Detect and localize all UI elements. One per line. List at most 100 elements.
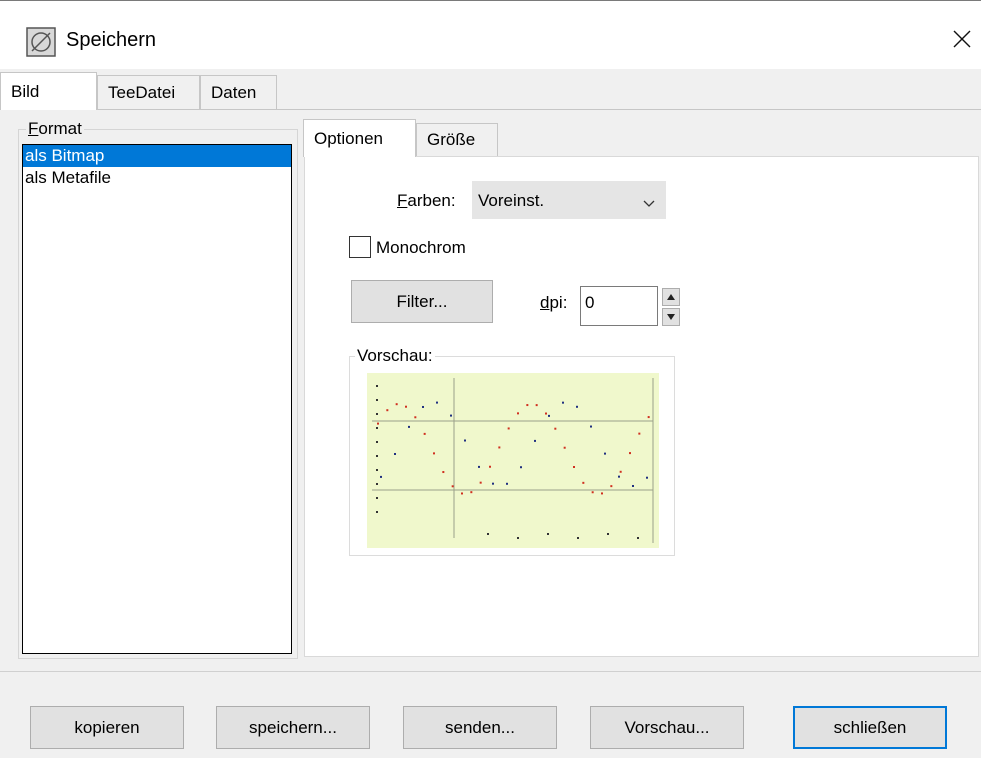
- preview-dot: [470, 491, 473, 494]
- tab-label: Größe: [427, 130, 476, 149]
- preview-dot: [487, 533, 489, 535]
- preview-dot: [442, 471, 445, 474]
- dialog-title: Speichern: [66, 29, 157, 51]
- colors-label: Farben:: [397, 191, 456, 210]
- preview-dot: [376, 469, 378, 471]
- preview-dot: [526, 404, 529, 407]
- preview-dot: [414, 416, 417, 419]
- tab-label: Optionen: [314, 128, 383, 148]
- chevron-down-icon: [642, 193, 656, 213]
- save-dialog: Speichern Bild TeeDatei Daten Format als…: [0, 0, 981, 758]
- save-button[interactable]: speichern...: [216, 706, 370, 749]
- preview-dot: [534, 439, 536, 442]
- tab-teedatei[interactable]: TeeDatei: [97, 75, 200, 109]
- title-bar: Speichern: [0, 1, 981, 69]
- close-button[interactable]: [944, 21, 980, 57]
- tab-groesse[interactable]: Größe: [416, 123, 498, 156]
- footer-divider: [0, 671, 981, 672]
- preview-chart-image: [372, 378, 654, 543]
- tab-optionen[interactable]: Optionen: [303, 119, 416, 157]
- preview-dot: [433, 452, 435, 455]
- preview-dot: [436, 401, 438, 404]
- preview-dot: [507, 427, 510, 430]
- preview-dot: [619, 470, 622, 473]
- preview-dot: [535, 404, 538, 407]
- preview-dot: [638, 432, 641, 435]
- preview-dot: [554, 427, 557, 430]
- preview-dot: [506, 482, 508, 485]
- preview-dot: [548, 414, 550, 417]
- tab-label: Daten: [211, 82, 257, 102]
- preview-dot: [386, 409, 389, 412]
- colors-dropdown[interactable]: Voreinst.: [472, 181, 666, 219]
- preview-button[interactable]: Vorschau...: [590, 706, 744, 749]
- preview-dot: [582, 481, 585, 484]
- preview-dot: [492, 482, 494, 485]
- preview-dot: [376, 427, 378, 429]
- preview-dot: [479, 481, 482, 484]
- preview-dot: [637, 537, 639, 539]
- preview-dot: [376, 385, 378, 387]
- preview-dot: [405, 405, 407, 408]
- filter-button[interactable]: Filter...: [351, 280, 493, 323]
- preview-dot: [376, 511, 378, 513]
- preview-dot: [498, 446, 501, 449]
- preview-dot: [590, 425, 592, 428]
- close-dialog-button[interactable]: schließen: [793, 706, 947, 749]
- preview-dot: [591, 491, 594, 494]
- preview-dot: [618, 475, 620, 478]
- spin-down-button[interactable]: [662, 308, 680, 326]
- preview-dot: [576, 405, 578, 408]
- preview-dot: [376, 483, 378, 485]
- tab-label: Bild: [11, 81, 40, 101]
- preview-dot: [451, 485, 454, 488]
- list-item-bitmap[interactable]: als Bitmap: [23, 145, 291, 167]
- preview-dot: [376, 455, 378, 457]
- arrow-down-icon: [667, 314, 675, 320]
- preview-dot: [547, 533, 549, 535]
- teechart-app-icon: [26, 27, 56, 57]
- preview-dot: [607, 533, 609, 535]
- copy-button[interactable]: kopieren: [30, 706, 184, 749]
- preview-dot: [517, 537, 519, 539]
- preview-dot: [577, 537, 579, 539]
- list-item-metafile[interactable]: als Metafile: [23, 167, 291, 189]
- preview-dot: [377, 422, 379, 425]
- tab-label: TeeDatei: [108, 82, 176, 102]
- preview-dot: [380, 475, 382, 478]
- preview-dot: [489, 465, 491, 468]
- preview-dot: [450, 414, 452, 417]
- colors-value: Voreinst.: [478, 191, 545, 210]
- tab-daten[interactable]: Daten: [200, 75, 277, 109]
- spin-up-button[interactable]: [662, 288, 680, 306]
- tab-bild[interactable]: Bild: [0, 72, 97, 110]
- preview-dot: [545, 412, 547, 415]
- preview-dot: [395, 403, 398, 406]
- monochrome-checkbox[interactable]: [349, 236, 371, 258]
- preview-dot: [610, 485, 613, 488]
- preview-dot: [629, 452, 631, 455]
- send-button[interactable]: senden...: [403, 706, 557, 749]
- format-group-label: Format: [26, 119, 84, 139]
- preview-dot: [478, 465, 480, 468]
- close-icon: [953, 30, 971, 48]
- preview-dot: [563, 446, 566, 449]
- preview-dot: [604, 452, 606, 455]
- monochrome-label: Monochrom: [376, 238, 466, 257]
- preview-dot: [376, 497, 378, 499]
- format-listbox[interactable]: als Bitmap als Metafile: [22, 144, 292, 654]
- preview-dot: [423, 432, 426, 435]
- preview-dot: [376, 413, 378, 415]
- dpi-spinner: [662, 288, 680, 326]
- dpi-input[interactable]: 0: [580, 286, 658, 326]
- preview-dot: [464, 439, 466, 442]
- preview-dot: [376, 441, 378, 443]
- preview-dot: [422, 405, 424, 408]
- preview-dot: [647, 416, 650, 419]
- preview-dot: [376, 399, 378, 401]
- preview-dot: [573, 465, 575, 468]
- preview-label: Vorschau:: [355, 346, 435, 366]
- preview-thumbnail: [367, 373, 659, 548]
- arrow-up-icon: [667, 294, 675, 300]
- dpi-label: dpi:: [540, 293, 568, 312]
